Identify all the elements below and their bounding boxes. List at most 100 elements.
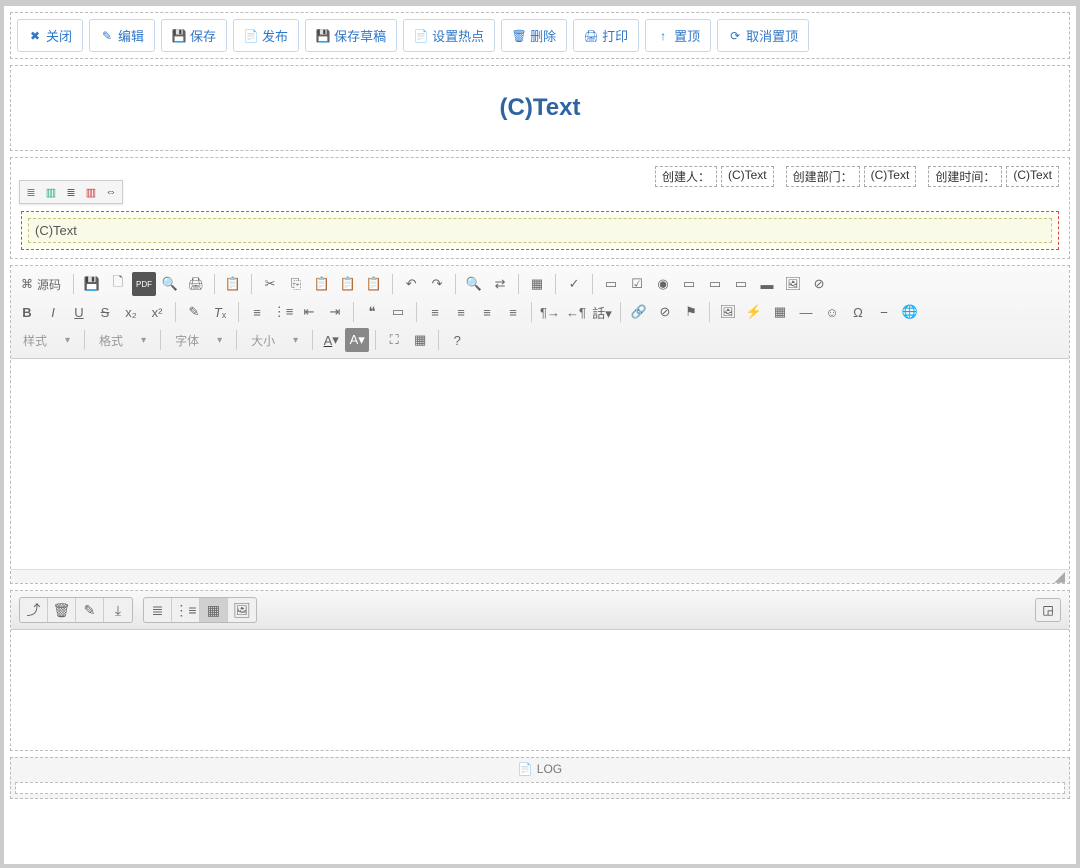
pin-button[interactable]: ↑ 置顶 (645, 19, 711, 52)
paste-icon[interactable]: 📋 (310, 272, 334, 296)
form-icon[interactable]: ▭ (599, 272, 623, 296)
iframe-icon[interactable]: 🌐 (898, 300, 922, 324)
align-justify-icon[interactable]: ≡ (501, 300, 525, 324)
bg-color-icon[interactable]: A▾ (345, 328, 369, 352)
smiley-icon[interactable]: ☺ (820, 300, 844, 324)
div-icon[interactable]: ▭ (386, 300, 410, 324)
rtl-icon[interactable]: ←¶ (564, 300, 588, 324)
unlink-icon[interactable]: ⊘ (653, 300, 677, 324)
imagebutton-icon[interactable]: 🖼 (781, 272, 805, 296)
save-button[interactable]: 💾 保存 (161, 19, 227, 52)
preview-icon[interactable]: 🔍 (158, 272, 182, 296)
anchor-icon[interactable]: ⚑ (679, 300, 703, 324)
pdf-icon[interactable]: PDF (132, 272, 156, 296)
format-combo[interactable]: 格式 (91, 328, 154, 352)
redo-icon[interactable]: ↷ (425, 272, 449, 296)
source-button[interactable]: ⌘ 源码 (15, 274, 67, 295)
newpage-icon[interactable]: 🗋 (106, 272, 130, 296)
link-icon[interactable]: 🔗 (627, 300, 651, 324)
columns-icon[interactable]: ▥ (42, 183, 60, 201)
undo-icon[interactable]: ↶ (399, 272, 423, 296)
textarea-icon[interactable]: ▭ (703, 272, 727, 296)
grid-icon[interactable]: ▦ (200, 598, 228, 622)
underline-icon[interactable]: U (67, 300, 91, 324)
bullet-list-icon[interactable]: ⋮≡ (271, 300, 295, 324)
image-icon[interactable]: 🖼 (716, 300, 740, 324)
separator (455, 274, 456, 294)
image-view-icon[interactable]: 🖼 (228, 598, 256, 622)
align-left-icon[interactable]: ≡ (423, 300, 447, 324)
draft-button[interactable]: 💾 保存草稿 (305, 19, 397, 52)
collapse-icon[interactable]: ◲ (1035, 598, 1061, 622)
style-combo[interactable]: 样式 (15, 328, 78, 352)
subscript-icon[interactable]: x₂ (119, 300, 143, 324)
indent-icon[interactable]: ⇥ (323, 300, 347, 324)
specialchar-icon[interactable]: Ω (846, 300, 870, 324)
list-bullets-icon[interactable]: ⋮≡ (172, 598, 200, 622)
editor-resize-handle[interactable]: ◢ (11, 569, 1069, 583)
cut-icon[interactable]: ✂ (258, 272, 282, 296)
language-icon[interactable]: 話▾ (590, 300, 614, 324)
superscript-icon[interactable]: x² (145, 300, 169, 324)
bars-icon[interactable]: ▥ (82, 183, 100, 201)
list-icon[interactable]: ≣ (144, 598, 172, 622)
close-button[interactable]: ✖ 关闭 (17, 19, 83, 52)
flash-icon[interactable]: ⚡ (742, 300, 766, 324)
editor-body[interactable] (11, 359, 1069, 569)
print-button[interactable]: 🖨 打印 (573, 19, 639, 52)
radio-icon[interactable]: ◉ (651, 272, 675, 296)
delete-button[interactable]: 🗑 删除 (501, 19, 567, 52)
ltr-icon[interactable]: ¶→ (538, 300, 562, 324)
italic-icon[interactable]: I (41, 300, 65, 324)
about-icon[interactable]: ? (445, 328, 469, 352)
publish-button[interactable]: 📄 发布 (233, 19, 299, 52)
save-icon[interactable]: 💾 (80, 272, 104, 296)
textfield-icon[interactable]: ▭ (677, 272, 701, 296)
page-title: (C)Text (21, 94, 1059, 122)
select-icon[interactable]: ▭ (729, 272, 753, 296)
paste-text-icon[interactable]: 📋 (336, 272, 360, 296)
maximize-icon[interactable]: ⛶ (382, 328, 406, 352)
align-left-icon[interactable]: ≣ (22, 183, 40, 201)
trash-icon[interactable]: 🗑 (48, 598, 76, 622)
draft-label: 保存草稿 (334, 26, 386, 45)
attach-body[interactable] (11, 630, 1069, 750)
unpin-button[interactable]: ⟳ 取消置顶 (717, 19, 809, 52)
edit-icon[interactable]: ✎ (76, 598, 104, 622)
numbered-list-icon[interactable]: ≡ (245, 300, 269, 324)
align-right-icon[interactable]: ≡ (475, 300, 499, 324)
button-icon[interactable]: ▬ (755, 272, 779, 296)
upload-icon[interactable]: ⤴ (20, 598, 48, 622)
print-icon[interactable]: 🖨 (184, 272, 208, 296)
checkbox-icon[interactable]: ☑ (625, 272, 649, 296)
size-combo[interactable]: 大小 (243, 328, 306, 352)
expand-icon[interactable]: ⇔ (102, 183, 120, 201)
pagebreak-icon[interactable]: ⎯ (872, 300, 896, 324)
align-center-icon[interactable]: ≡ (449, 300, 473, 324)
strike-icon[interactable]: S (93, 300, 117, 324)
blockquote-icon[interactable]: ❝ (360, 300, 384, 324)
replace-icon[interactable]: ⇄ (488, 272, 512, 296)
template-icon[interactable]: 📋 (221, 272, 245, 296)
spellcheck-icon[interactable]: ✓ (562, 272, 586, 296)
align-center-icon[interactable]: ≣ (62, 183, 80, 201)
edit-button[interactable]: ✎ 编辑 (89, 19, 155, 52)
bold-icon[interactable]: B (15, 300, 39, 324)
download-icon[interactable]: ⤓ (104, 598, 132, 622)
content-text[interactable]: (C)Text (28, 218, 1052, 243)
attach-section: ⤴ 🗑 ✎ ⤓ ≣ ⋮≡ ▦ 🖼 ◲ (10, 590, 1070, 751)
hidden-icon[interactable]: ⊘ (807, 272, 831, 296)
selectall-icon[interactable]: ▦ (525, 272, 549, 296)
find-icon[interactable]: 🔍 (462, 272, 486, 296)
showblocks-icon[interactable]: ▦ (408, 328, 432, 352)
font-combo[interactable]: 字体 (167, 328, 230, 352)
outdent-icon[interactable]: ⇤ (297, 300, 321, 324)
table-icon[interactable]: ▦ (768, 300, 792, 324)
removeformat-icon[interactable]: Tₓ (208, 300, 232, 324)
hr-icon[interactable]: — (794, 300, 818, 324)
copy-icon[interactable]: ⎘ (284, 272, 308, 296)
text-color-icon[interactable]: A▾ (319, 328, 343, 352)
copyformat-icon[interactable]: ✎ (182, 300, 206, 324)
paste-word-icon[interactable]: 📋 (362, 272, 386, 296)
hotspot-button[interactable]: 📄 设置热点 (403, 19, 495, 52)
